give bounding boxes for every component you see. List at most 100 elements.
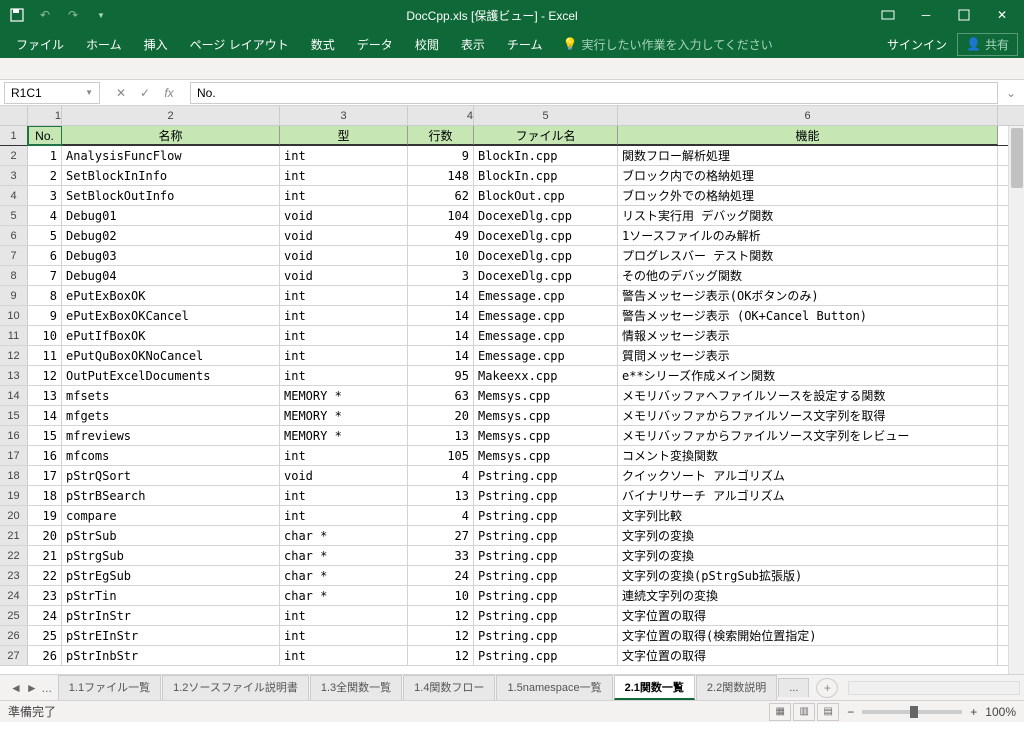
save-button[interactable]: [4, 2, 30, 28]
zoom-in-button[interactable]: +: [970, 705, 977, 719]
cell[interactable]: 7: [28, 266, 62, 285]
cell[interactable]: 11: [28, 346, 62, 365]
cell[interactable]: 14: [408, 346, 474, 365]
cell[interactable]: 63: [408, 386, 474, 405]
cell[interactable]: DocexeDlg.cpp: [474, 226, 618, 245]
cell[interactable]: Pstring.cpp: [474, 466, 618, 485]
cell[interactable]: 警告メッセージ表示(OKボタンのみ): [618, 286, 998, 305]
cell[interactable]: BlockOut.cpp: [474, 186, 618, 205]
cell[interactable]: 連続文字列の変換: [618, 586, 998, 605]
cell[interactable]: 13: [408, 486, 474, 505]
signin-link[interactable]: サインイン: [887, 36, 947, 53]
cell[interactable]: プログレスバー テスト関数: [618, 246, 998, 265]
row-header[interactable]: 26: [0, 626, 28, 645]
cell[interactable]: 10: [408, 586, 474, 605]
cell[interactable]: SetBlockOutInfo: [62, 186, 280, 205]
cell[interactable]: Debug02: [62, 226, 280, 245]
cell[interactable]: 関数フロー解析処理: [618, 146, 998, 165]
cell[interactable]: 文字位置の取得: [618, 606, 998, 625]
cell[interactable]: void: [280, 266, 408, 285]
cell[interactable]: int: [280, 626, 408, 645]
cell[interactable]: No.: [28, 126, 62, 145]
cell[interactable]: DocexeDlg.cpp: [474, 266, 618, 285]
tab-data[interactable]: データ: [347, 32, 403, 57]
cell[interactable]: 4: [408, 466, 474, 485]
cell[interactable]: mfcoms: [62, 446, 280, 465]
cell[interactable]: AnalysisFuncFlow: [62, 146, 280, 165]
cell[interactable]: 14: [408, 326, 474, 345]
cell[interactable]: 26: [28, 646, 62, 665]
cell[interactable]: 13: [408, 426, 474, 445]
view-pagebreak-button[interactable]: ▤: [817, 703, 839, 721]
redo-button[interactable]: ↷: [60, 2, 86, 28]
cell[interactable]: int: [280, 486, 408, 505]
col-header[interactable]: 5: [474, 106, 618, 125]
row-header[interactable]: 18: [0, 466, 28, 485]
cell[interactable]: int: [280, 286, 408, 305]
cell[interactable]: MEMORY *: [280, 386, 408, 405]
undo-button[interactable]: ↶: [32, 2, 58, 28]
select-all-corner[interactable]: [0, 106, 28, 125]
cell[interactable]: MEMORY *: [280, 426, 408, 445]
cell[interactable]: BlockIn.cpp: [474, 146, 618, 165]
cell[interactable]: int: [280, 506, 408, 525]
cell[interactable]: mfgets: [62, 406, 280, 425]
formula-expand-button[interactable]: ⌄: [1002, 86, 1020, 100]
row-header[interactable]: 3: [0, 166, 28, 185]
cell[interactable]: void: [280, 226, 408, 245]
cell[interactable]: メモリバッファへファイルソースを設定する関数: [618, 386, 998, 405]
cell[interactable]: pStrInStr: [62, 606, 280, 625]
cell[interactable]: int: [280, 306, 408, 325]
cell[interactable]: ePutExBoxOK: [62, 286, 280, 305]
row-header[interactable]: 13: [0, 366, 28, 385]
cell[interactable]: 12: [28, 366, 62, 385]
cell[interactable]: Emessage.cpp: [474, 326, 618, 345]
cell[interactable]: Emessage.cpp: [474, 286, 618, 305]
cell[interactable]: pStrEInStr: [62, 626, 280, 645]
sheet-tab[interactable]: 1.5namespace一覧: [496, 675, 612, 700]
cell[interactable]: Memsys.cpp: [474, 386, 618, 405]
row-header[interactable]: 16: [0, 426, 28, 445]
row-header[interactable]: 11: [0, 326, 28, 345]
tab-home[interactable]: ホーム: [76, 32, 132, 57]
cell[interactable]: ePutQuBoxOKNoCancel: [62, 346, 280, 365]
cell[interactable]: ファイル名: [474, 126, 618, 145]
cell[interactable]: pStrInbStr: [62, 646, 280, 665]
row-header[interactable]: 6: [0, 226, 28, 245]
cell[interactable]: 情報メッセージ表示: [618, 326, 998, 345]
sheet-tab[interactable]: 1.2ソースファイル説明書: [162, 675, 309, 700]
tab-formulas[interactable]: 数式: [301, 32, 345, 57]
view-normal-button[interactable]: ▦: [769, 703, 791, 721]
cell[interactable]: 21: [28, 546, 62, 565]
row-header[interactable]: 25: [0, 606, 28, 625]
cell[interactable]: int: [280, 326, 408, 345]
cell[interactable]: char *: [280, 526, 408, 545]
row-header[interactable]: 14: [0, 386, 28, 405]
cell[interactable]: コメント変換関数: [618, 446, 998, 465]
col-header[interactable]: 3: [280, 106, 408, 125]
row-header[interactable]: 9: [0, 286, 28, 305]
row-header[interactable]: 12: [0, 346, 28, 365]
cell[interactable]: 14: [408, 306, 474, 325]
cell[interactable]: 文字位置の取得: [618, 646, 998, 665]
cell[interactable]: int: [280, 366, 408, 385]
cell[interactable]: MEMORY *: [280, 406, 408, 425]
row-header[interactable]: 21: [0, 526, 28, 545]
cell[interactable]: 質問メッセージ表示: [618, 346, 998, 365]
cell[interactable]: 27: [408, 526, 474, 545]
cell[interactable]: ブロック内での格納処理: [618, 166, 998, 185]
cell[interactable]: Debug01: [62, 206, 280, 225]
cell[interactable]: 16: [28, 446, 62, 465]
cell[interactable]: 14: [28, 406, 62, 425]
cell[interactable]: OutPutExcelDocuments: [62, 366, 280, 385]
qat-dropdown[interactable]: ▼: [88, 2, 114, 28]
sheet-nav-ellipsis[interactable]: ...: [42, 681, 52, 695]
cell[interactable]: Debug04: [62, 266, 280, 285]
cell[interactable]: char *: [280, 546, 408, 565]
cell[interactable]: Pstring.cpp: [474, 626, 618, 645]
sheet-tab[interactable]: 1.1ファイル一覧: [58, 675, 161, 700]
cell[interactable]: 6: [28, 246, 62, 265]
cell[interactable]: Memsys.cpp: [474, 406, 618, 425]
sheet-tab[interactable]: 1.3全関数一覧: [310, 675, 402, 700]
enter-formula-button[interactable]: ✓: [134, 82, 156, 104]
